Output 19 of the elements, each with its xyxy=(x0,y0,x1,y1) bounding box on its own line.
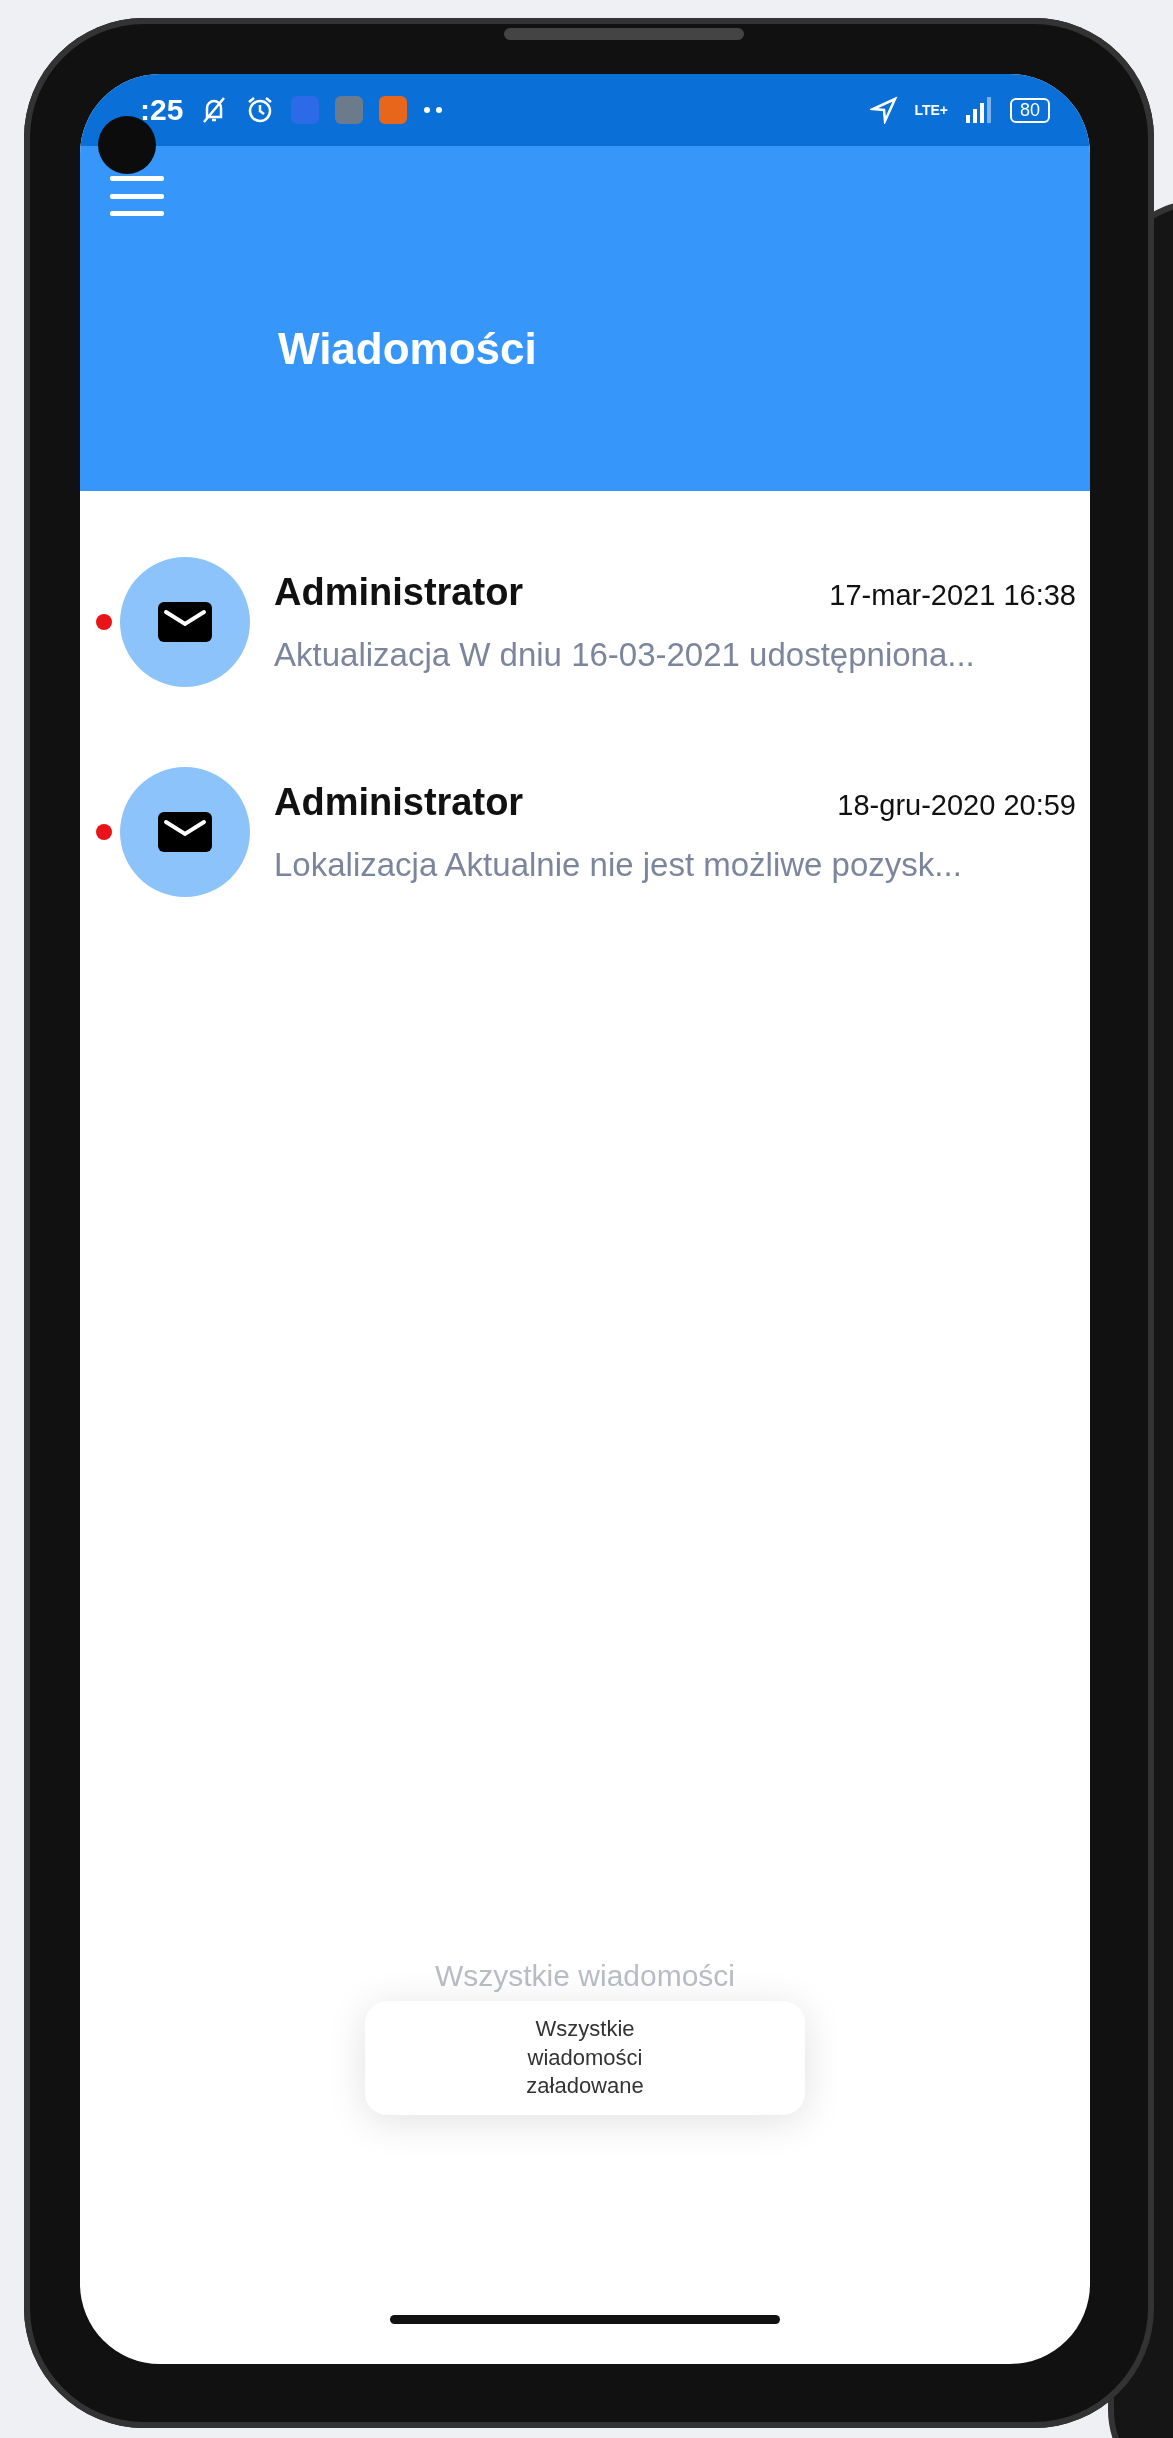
app-notification-icon xyxy=(291,96,320,124)
message-date: 18-gru-2020 20:59 xyxy=(837,788,1076,822)
sender-name: Administrator xyxy=(274,780,524,824)
sender-name: Administrator xyxy=(274,570,524,614)
menu-button[interactable] xyxy=(110,176,164,216)
message-date: 17-mar-2021 16:38 xyxy=(829,578,1076,612)
signal-icon xyxy=(963,97,994,123)
page-title: Wiadomości xyxy=(278,324,538,374)
network-type: LTE+ xyxy=(914,103,948,117)
location-arrow-icon xyxy=(870,96,899,124)
list-end-text: Wszystkie wiadomości xyxy=(434,1959,736,1994)
app-notification-icon xyxy=(379,96,408,124)
message-preview: Aktualizacja W dniu 16-03-2021 udostępniona... xyxy=(274,635,976,674)
status-time: :25 xyxy=(140,93,184,127)
toast-message: Wszystkie wiadomości załadowane xyxy=(365,2001,805,2115)
envelope-icon xyxy=(158,602,212,642)
message-preview: Lokalizacja Aktualnie nie jest możliwe pozysk... xyxy=(274,845,963,884)
envelope-icon xyxy=(158,812,212,852)
battery-level: 80 xyxy=(1009,97,1050,123)
